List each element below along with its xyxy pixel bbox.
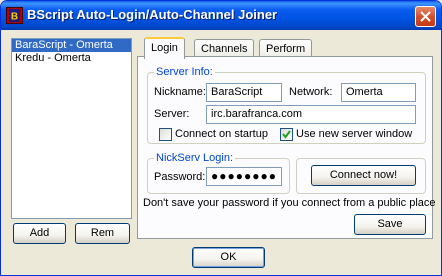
new-server-window-label: Use new server window (296, 128, 413, 140)
new-server-window-checkbox[interactable] (280, 128, 293, 141)
password-label: Password: (154, 171, 206, 183)
main-window: B BScript Auto-Login/Auto-Channel Joiner… (0, 0, 442, 276)
title-bar[interactable]: B BScript Auto-Login/Auto-Channel Joiner (1, 1, 441, 30)
server-field[interactable]: irc.barafranca.com (206, 105, 416, 124)
remove-profile-button[interactable]: Rem (75, 223, 130, 244)
ok-button[interactable]: OK (192, 247, 265, 268)
connect-on-startup-checkbox[interactable] (159, 128, 172, 141)
password-warning-text: Don't save your password if you connect … (143, 197, 436, 209)
close-button[interactable] (415, 6, 436, 27)
profile-list[interactable]: BaraScript - Omerta Kredu - Omerta (11, 38, 132, 219)
server-label: Server: (154, 108, 190, 120)
login-tab-panel: Server Info: Nickname: BaraScript Networ… (137, 56, 433, 239)
list-item[interactable]: Kredu - Omerta (12, 52, 131, 65)
save-button[interactable]: Save (354, 214, 426, 235)
tab-login[interactable]: Login (144, 37, 185, 59)
list-item[interactable]: BaraScript - Omerta (12, 39, 131, 52)
nickname-label: Nickname: (154, 86, 206, 98)
svg-text:B: B (11, 12, 18, 23)
add-profile-button[interactable]: Add (13, 223, 66, 244)
window-title: BScript Auto-Login/Auto-Channel Joiner (27, 7, 278, 22)
network-field[interactable]: Omerta (341, 83, 416, 102)
nickname-field[interactable]: BaraScript (206, 83, 282, 102)
connect-on-startup-label: Connect on startup (175, 128, 268, 140)
checkmark-icon (282, 130, 291, 139)
app-icon: B (6, 7, 23, 24)
connect-now-button[interactable]: Connect now! (311, 165, 416, 186)
nickserv-legend: NickServ Login: (154, 152, 236, 164)
network-label: Network: (289, 86, 333, 98)
server-info-legend: Server Info: (154, 66, 215, 78)
close-icon (420, 11, 431, 22)
password-field[interactable]: ●●●●●●●● (206, 167, 282, 186)
